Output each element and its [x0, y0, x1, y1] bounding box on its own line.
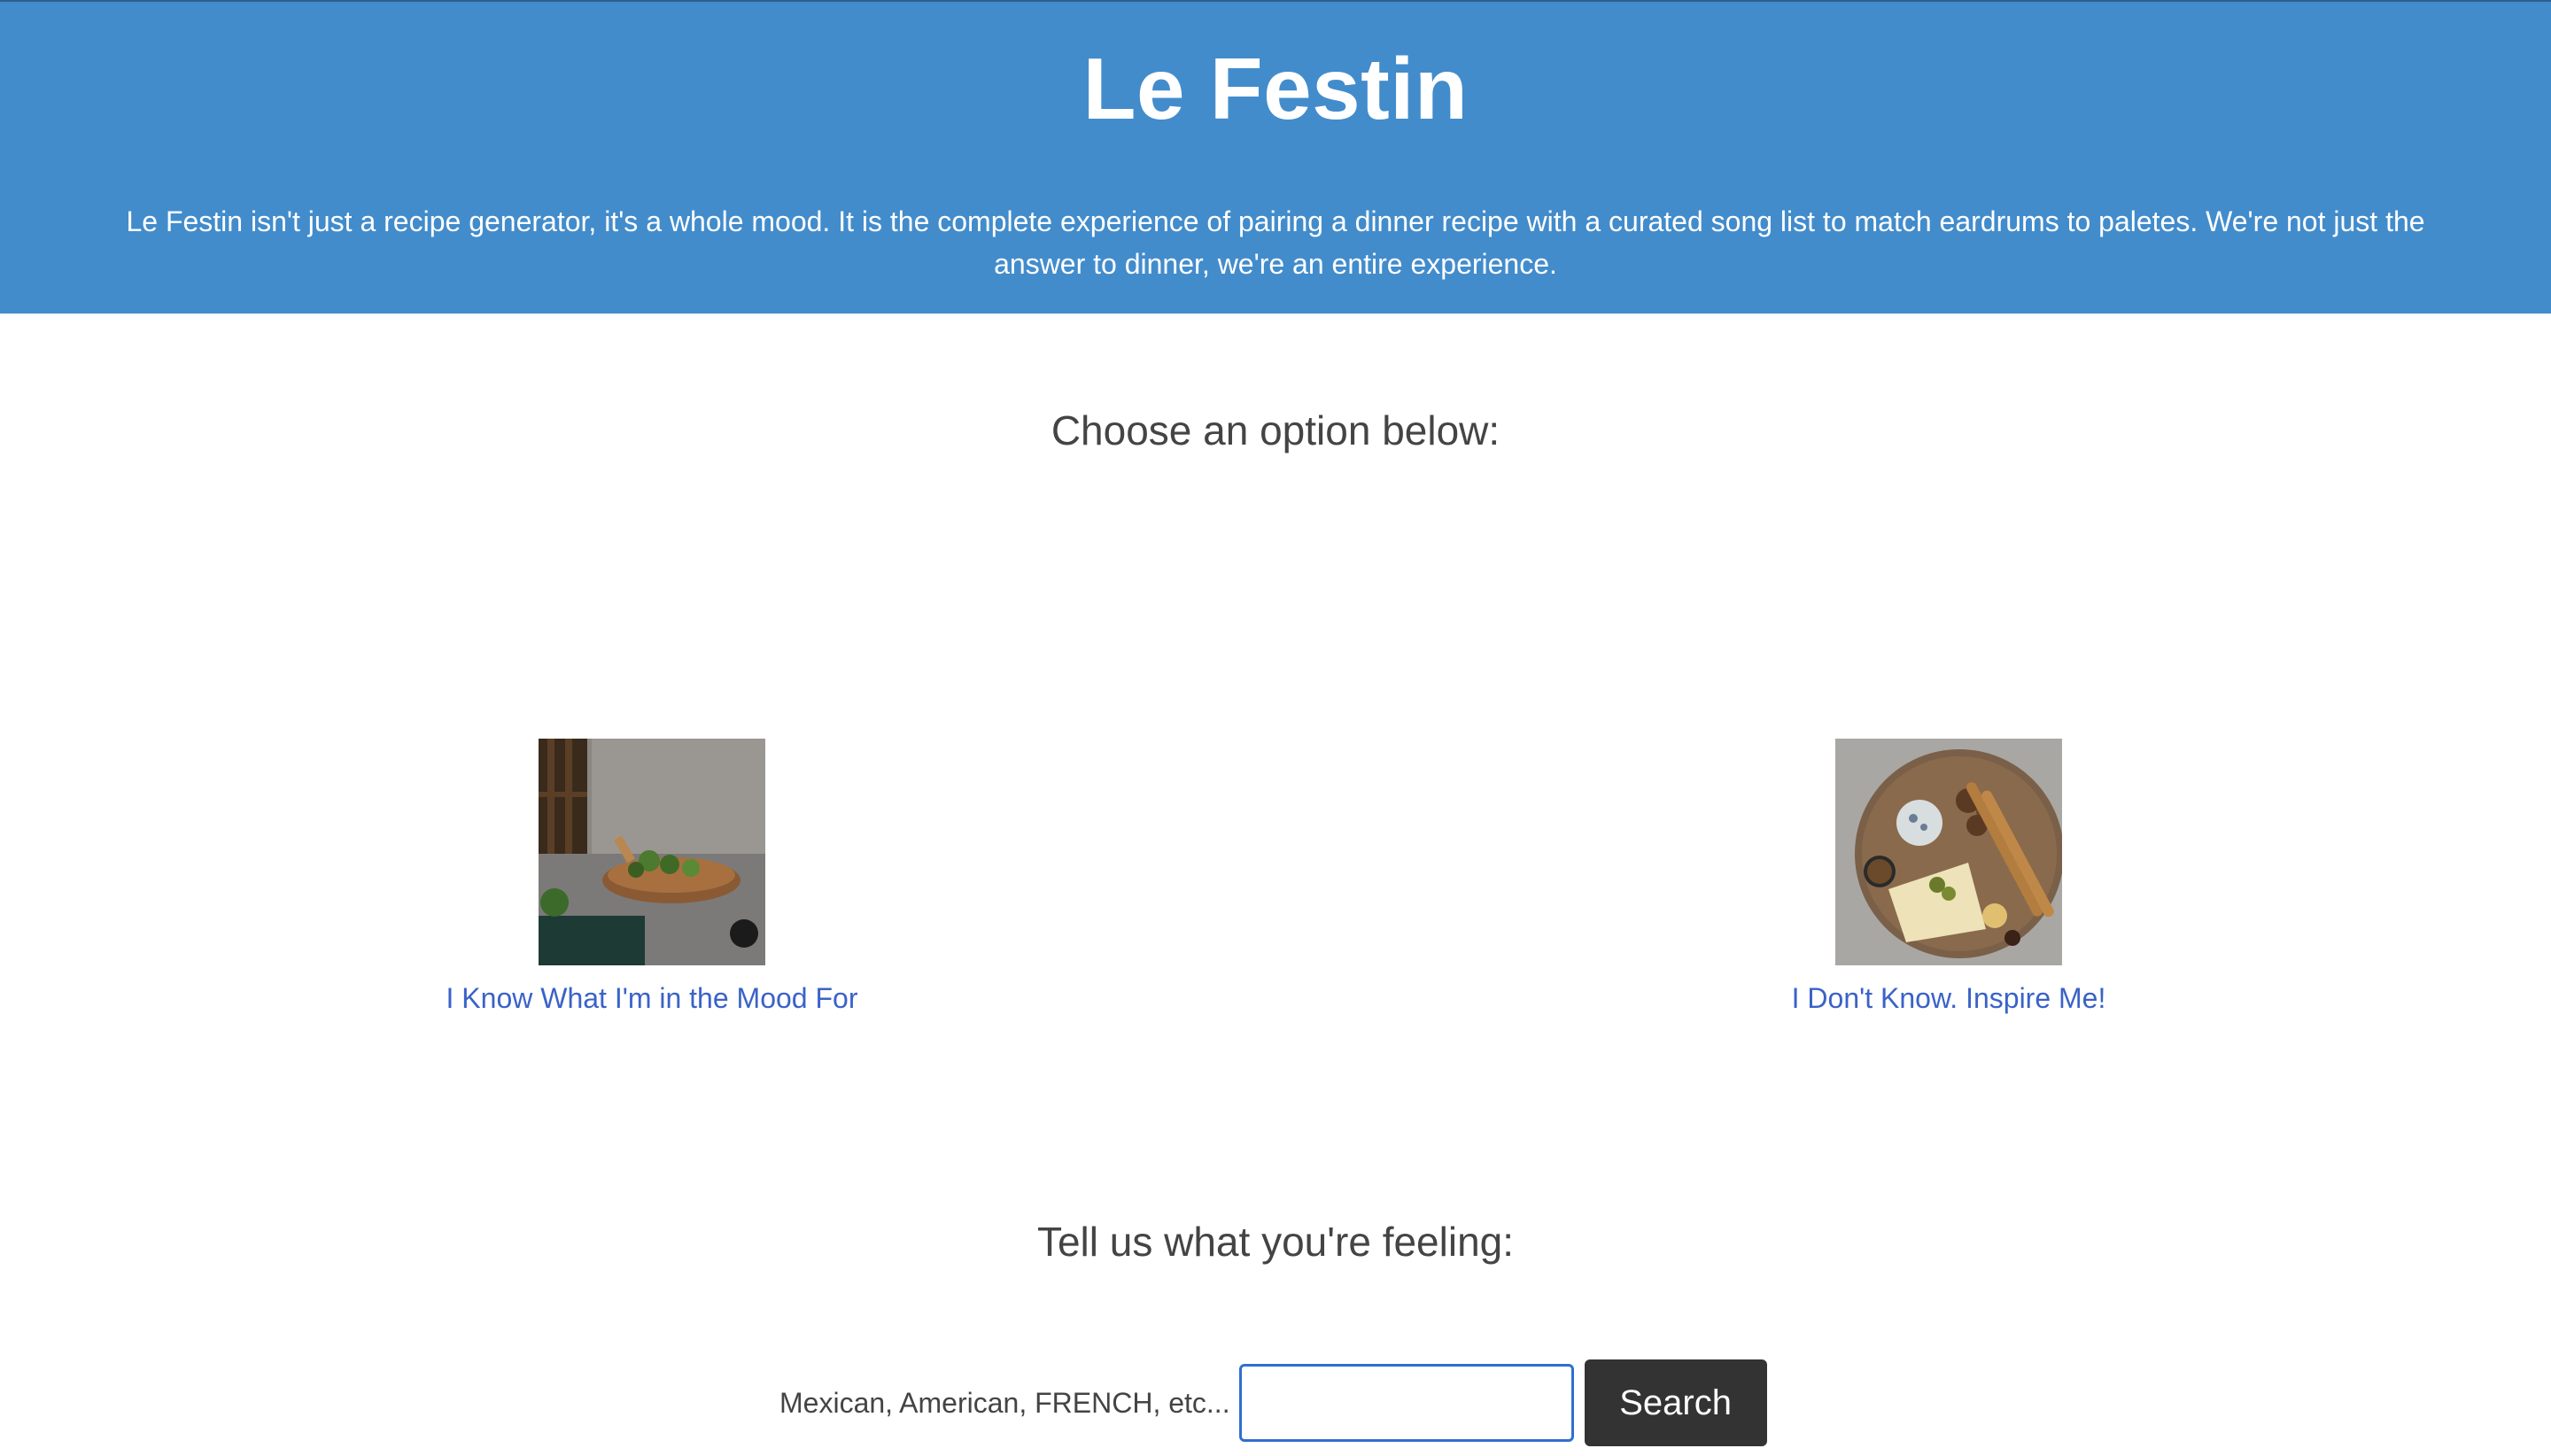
search-form: Mexican, American, FRENCH, etc... Search	[779, 1359, 1767, 1447]
site-description: Le Festin isn't just a recipe generator,…	[126, 205, 2425, 280]
choose-option-heading: Choose an option below:	[1051, 407, 1500, 453]
know-mood-link[interactable]: I Know What I'm in the Mood For	[386, 978, 918, 1018]
option-know-mood[interactable]: I Know What I'm in the Mood For	[386, 739, 918, 1018]
inspire-me-link[interactable]: I Don't Know. Inspire Me!	[1683, 978, 2214, 1018]
option-inspire-me[interactable]: I Don't Know. Inspire Me!	[1683, 739, 2214, 1018]
cuisine-label: Mexican, American, FRENCH, etc...	[779, 1387, 1230, 1419]
food-board-photo[interactable]	[539, 739, 765, 965]
site-title: Le Festin	[1082, 40, 1469, 137]
site-header: Le Festin Le Festin isn't just a recipe …	[0, 2, 2551, 314]
search-button[interactable]: Search	[1584, 1359, 1767, 1446]
feeling-heading: Tell us what you're feeling:	[1036, 1219, 1515, 1265]
cuisine-search-input[interactable]	[1238, 1364, 1574, 1442]
charcuterie-board-photo[interactable]	[1835, 739, 2062, 965]
